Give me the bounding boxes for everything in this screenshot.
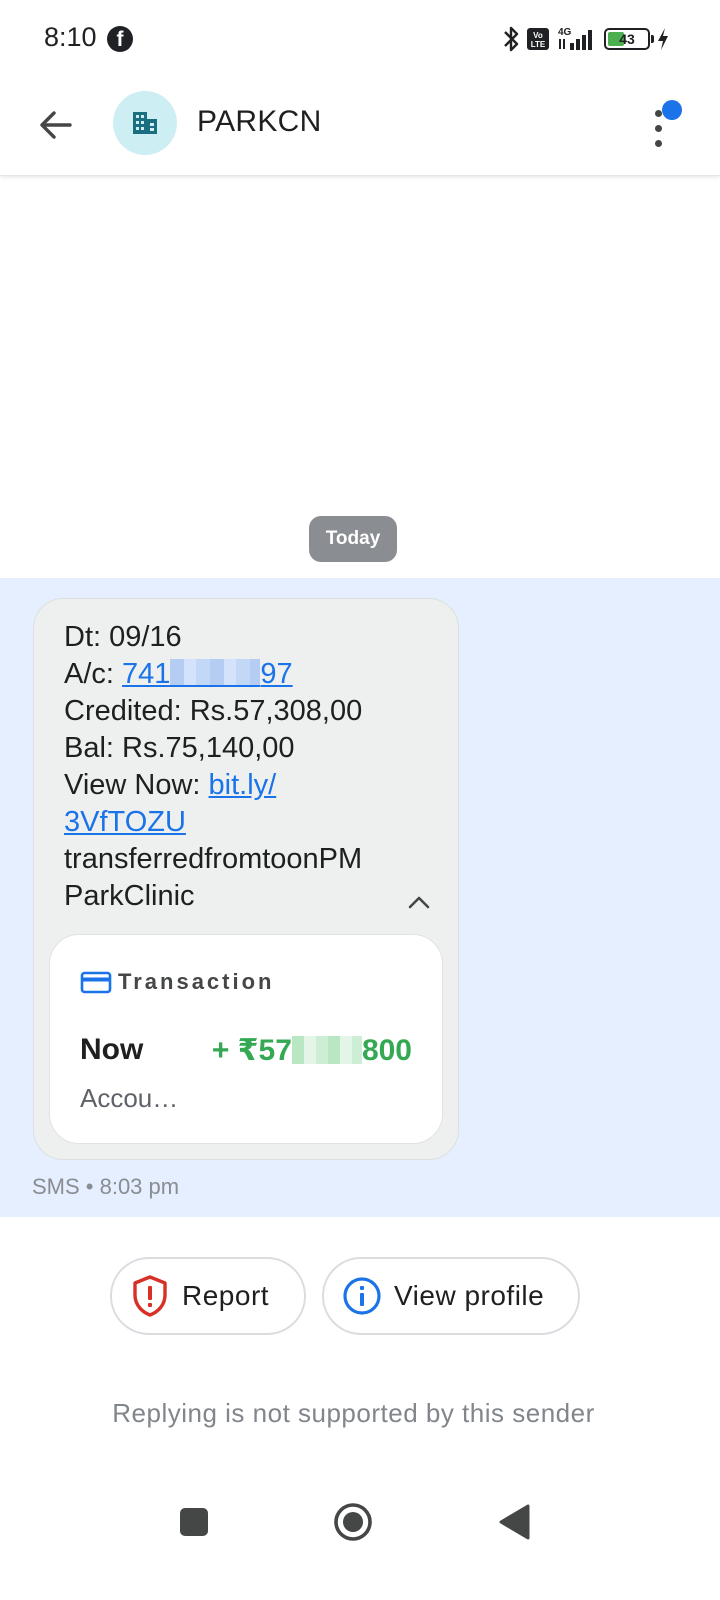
report-shield-icon: [133, 1275, 167, 1317]
svg-text:Vo: Vo: [533, 31, 543, 40]
status-time: 8:10: [44, 22, 97, 52]
home-button[interactable]: [331, 1500, 375, 1544]
svg-text:LTE: LTE: [531, 40, 546, 49]
business-icon: [133, 112, 157, 134]
short-link-part1[interactable]: bit.ly/: [209, 769, 277, 801]
signal-icon: 4G: [556, 25, 598, 53]
view-profile-button[interactable]: View profile: [322, 1257, 580, 1335]
facebook-icon: f: [107, 26, 133, 52]
notification-dot: [662, 100, 682, 120]
report-button-label: Report: [182, 1280, 270, 1311]
app-bar: PARKCN: [0, 78, 720, 176]
bluetooth-icon: [502, 25, 520, 53]
report-button[interactable]: Report: [110, 1257, 306, 1335]
account-number-link[interactable]: 741 97: [122, 658, 293, 690]
redacted-amount: [291, 1036, 362, 1064]
message-text: Dt: 09/16 A/c: 741 97 Credited: Rs.57,308…: [64, 619, 434, 915]
info-icon: [343, 1277, 381, 1315]
message-bubble[interactable]: Dt: 09/16 A/c: 741 97 Credited: Rs.57,308…: [33, 598, 459, 1160]
message-credited-line: Credited: Rs.57,308,00: [64, 695, 363, 727]
svg-text:4G: 4G: [558, 27, 572, 38]
charging-icon: [656, 27, 670, 51]
contact-avatar[interactable]: [113, 91, 177, 155]
redacted-digits: [170, 659, 261, 687]
more-options-button[interactable]: [640, 98, 684, 158]
date-divider: Today: [309, 516, 397, 562]
arrow-back-icon: [40, 111, 72, 139]
contact-name[interactable]: PARKCN: [197, 105, 322, 139]
short-link-part2[interactable]: 3VfTOZU: [64, 806, 186, 838]
battery-level-text: 43: [619, 31, 635, 47]
selected-message-row[interactable]: Dt: 09/16 A/c: 741 97 Credited: Rs.57,308…: [0, 578, 720, 1217]
back-nav-button[interactable]: [492, 1500, 536, 1544]
recents-button[interactable]: [172, 1500, 216, 1544]
message-meta: SMS • 8:03 pm: [32, 1174, 180, 1199]
collapse-button[interactable]: [404, 887, 434, 917]
volte-icon: Vo LTE: [526, 26, 550, 52]
triangle-back-icon: [499, 1504, 530, 1540]
transaction-title: Transaction: [118, 969, 275, 994]
credit-card-icon: [80, 971, 112, 994]
status-icons: Vo LTE 4G 43: [502, 22, 670, 56]
battery-icon: 43: [604, 28, 654, 50]
transaction-time: Now: [80, 1033, 144, 1066]
back-button[interactable]: [30, 100, 80, 150]
transaction-card[interactable]: Transaction Now + ₹57 800 Accou…: [49, 934, 443, 1144]
more-vert-icon: [655, 110, 662, 117]
square-icon: [180, 1508, 208, 1536]
transaction-header: Transaction: [80, 969, 274, 995]
message-date-line: Dt: 09/16: [64, 621, 182, 653]
transaction-amount: + ₹57 800: [211, 1034, 412, 1067]
message-balance-line: Bal: Rs.75,140,00: [64, 732, 295, 764]
status-bar: 8:10 f Vo LTE 4G 43: [0, 0, 720, 78]
message-view-line: View Now: bit.ly/: [64, 769, 277, 801]
message-transfer-line: transferredfromtoonPM: [64, 843, 363, 875]
transaction-description: Accou…: [80, 1083, 179, 1113]
message-sender-line: ParkClinic: [64, 880, 195, 912]
view-profile-button-label: View profile: [394, 1280, 545, 1311]
message-account-line: A/c: 741 97: [64, 658, 293, 690]
home-circle-icon: [334, 1503, 372, 1541]
reply-not-supported-note: Replying is not supported by this sender: [112, 1398, 595, 1428]
chevron-up-icon: [408, 896, 430, 909]
